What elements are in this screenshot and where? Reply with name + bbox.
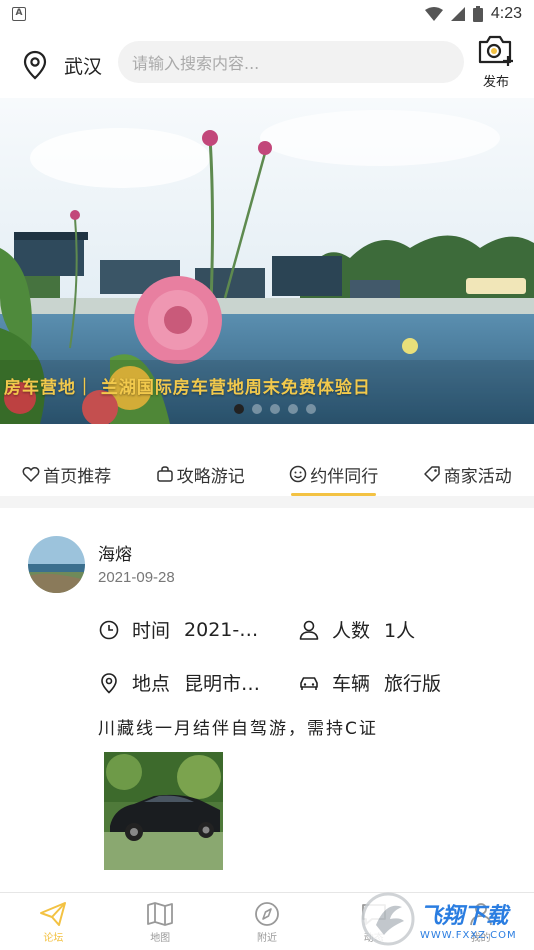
carousel-dot[interactable] (270, 404, 280, 414)
map-icon (147, 902, 174, 926)
tag-icon (424, 466, 440, 482)
city-selector[interactable]: 武汉 (64, 52, 102, 79)
status-bar: A 4:23 (0, 0, 534, 28)
notification-badge: A (12, 7, 26, 21)
publish-label: 发布 (482, 75, 509, 90)
place-value: 昆明市… (184, 673, 261, 695)
vehicle-label: 车辆 (332, 673, 371, 695)
carousel-dot[interactable] (252, 404, 262, 414)
time-value: 2021-… (184, 618, 259, 641)
top-bar: 武汉 请输入搜索内容... 发布 (0, 28, 534, 98)
nav-label: 论坛 (43, 933, 64, 944)
watermark-brand: 飞翔下载 (420, 903, 509, 929)
info-time: 时间 2021-… (98, 616, 258, 643)
people-label: 人数 (332, 620, 371, 642)
watermark-emblem-icon (361, 892, 415, 946)
post-card[interactable]: 海熔 2021-09-28 时间 2021-… 人数 1人 地点 昆明市… 车辆… (0, 508, 534, 892)
nav-forum[interactable]: 论坛 (0, 893, 107, 950)
tab-travel-guides[interactable]: 攻略游记 (156, 440, 245, 496)
heart-icon (22, 467, 40, 483)
time-label: 时间 (132, 620, 171, 642)
wifi-icon (424, 7, 443, 21)
watermark-url: WWW.FXXZ.COM (420, 929, 517, 941)
tab-merchant-events[interactable]: 商家活动 (423, 440, 512, 496)
post-date: 2021-09-28 (98, 569, 175, 586)
author-name[interactable]: 海熔 (98, 540, 132, 565)
vehicle-value: 旅行版 (384, 673, 442, 695)
search-input[interactable]: 请输入搜索内容... (118, 41, 464, 83)
tab-label: 约伴同行 (310, 466, 379, 487)
bag-icon (157, 466, 173, 482)
location-pin-icon[interactable] (22, 50, 48, 80)
category-tabs: 首页推荐 攻略游记 约伴同行 商家活动 (0, 440, 534, 496)
nav-label: 附近 (256, 933, 277, 944)
nav-map[interactable]: 地图 (107, 893, 214, 950)
publish-button[interactable]: 发布 (472, 32, 520, 90)
battery-icon (472, 6, 483, 22)
camera-plus-icon (478, 35, 513, 66)
section-divider (0, 496, 534, 508)
clock-icon (99, 620, 119, 639)
carousel-indicators (234, 404, 316, 414)
info-place: 地点 昆明市… (98, 669, 260, 696)
clock: 4:23 (490, 5, 522, 22)
location-pin-icon (101, 672, 117, 694)
tab-home-recommend[interactable]: 首页推荐 (22, 440, 111, 496)
carousel-dot[interactable] (288, 404, 298, 414)
nav-label: 地图 (150, 933, 171, 944)
tab-label: 首页推荐 (43, 466, 112, 487)
smile-icon (290, 465, 307, 483)
tab-travel-companions[interactable]: 约伴同行 (289, 440, 378, 496)
carousel-dot[interactable] (306, 404, 316, 414)
signal-icon (450, 7, 465, 21)
place-label: 地点 (132, 673, 171, 695)
post-description: 川藏线一月结伴自驾游，需持C证 (98, 719, 378, 739)
people-value: 1人 (384, 620, 416, 642)
car-icon (300, 676, 318, 690)
info-vehicle: 车辆 旅行版 (298, 669, 441, 696)
banner-caption: 房车营地｜ 兰湖国际房车营地周末免费体验日 (4, 378, 371, 398)
search-placeholder: 请输入搜索内容... (132, 54, 260, 73)
info-people: 人数 1人 (298, 616, 415, 643)
avatar[interactable] (28, 536, 85, 593)
compass-icon (255, 902, 279, 926)
person-icon (299, 620, 319, 640)
nav-nearby[interactable]: 附近 (214, 893, 321, 950)
tab-label: 攻略游记 (176, 466, 245, 487)
post-image[interactable] (104, 752, 223, 870)
watermark-logo: 飞翔下载 WWW.FXXZ.COM (360, 888, 534, 950)
carousel-dot[interactable] (234, 404, 244, 414)
tab-label: 商家活动 (443, 466, 512, 487)
banner-carousel[interactable]: 房车营地｜ 兰湖国际房车营地周末免费体验日 (0, 98, 534, 424)
paper-plane-icon (40, 902, 67, 926)
